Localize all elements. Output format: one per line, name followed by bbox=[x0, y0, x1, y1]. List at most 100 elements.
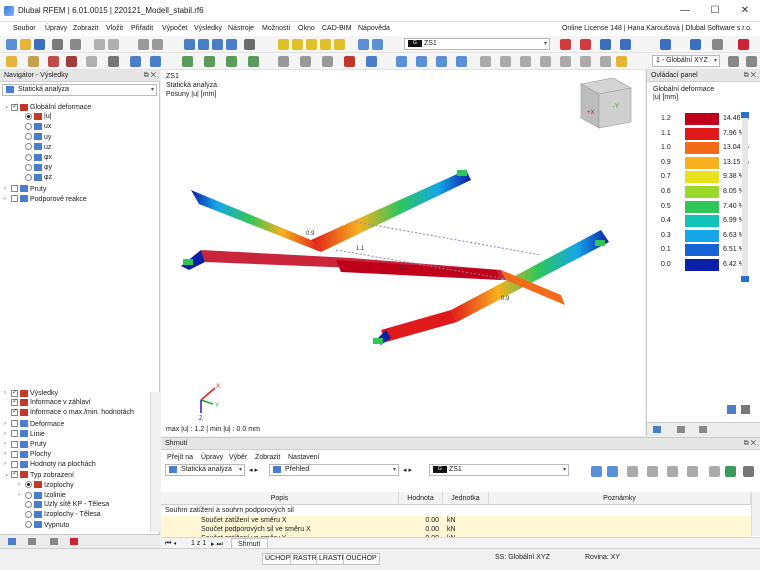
radio-button[interactable] bbox=[25, 153, 32, 161]
copy-icon[interactable] bbox=[108, 39, 119, 50]
tree-item[interactable]: › Pruty bbox=[0, 439, 46, 449]
radio-button[interactable] bbox=[25, 133, 32, 141]
prev-next-2-icon[interactable]: ◂ ▸ bbox=[403, 466, 412, 474]
radio-button[interactable] bbox=[25, 481, 32, 489]
osnap-toggle-button[interactable]: OUCHOP bbox=[343, 553, 380, 565]
solid-icon[interactable] bbox=[108, 56, 119, 67]
menu-moznosti[interactable]: Možnosti bbox=[262, 25, 290, 32]
col-header-hodnota[interactable]: Hodnota bbox=[399, 492, 443, 505]
calc-3-icon[interactable] bbox=[306, 39, 317, 50]
radio-button[interactable] bbox=[25, 112, 32, 120]
tree-item[interactable]: › Deformace bbox=[0, 419, 64, 429]
checkbox[interactable] bbox=[11, 195, 18, 203]
tree-item[interactable]: |u| bbox=[0, 112, 52, 122]
excel-icon[interactable] bbox=[725, 466, 736, 477]
print-icon[interactable] bbox=[52, 39, 63, 50]
col-header-jednotka[interactable]: Jednotka bbox=[443, 492, 489, 505]
panel-export-icon[interactable] bbox=[741, 405, 750, 414]
radio-button[interactable] bbox=[25, 174, 32, 182]
tool-11-icon[interactable] bbox=[600, 56, 611, 67]
tree-item[interactable]: › Plochy bbox=[0, 449, 51, 459]
menu-soubor[interactable]: Soubor bbox=[13, 25, 36, 32]
tool-6-icon[interactable] bbox=[500, 56, 511, 67]
checkbox[interactable] bbox=[11, 407, 18, 417]
surface-icon[interactable] bbox=[86, 56, 97, 67]
table-row[interactable]: Součet zatížení ve směru X 0.00 kN bbox=[161, 516, 751, 525]
display-2-icon[interactable] bbox=[690, 39, 701, 50]
snap-2-icon[interactable] bbox=[300, 56, 311, 67]
checkbox[interactable] bbox=[11, 397, 18, 407]
navigator-analysis-select[interactable]: Statická analýza ▾ bbox=[2, 84, 157, 96]
loadcase-select[interactable]: G ZS1 ▾ bbox=[404, 38, 550, 50]
summary-scrollbar[interactable] bbox=[751, 492, 760, 536]
pin-close-icon[interactable]: ⧉ ✕ bbox=[744, 438, 756, 450]
tree-item[interactable]: φz bbox=[0, 173, 52, 183]
chevron-right-icon[interactable]: › bbox=[18, 490, 25, 500]
checkbox[interactable] bbox=[11, 430, 18, 438]
cut-icon[interactable] bbox=[94, 39, 105, 50]
chevron-right-icon[interactable]: › bbox=[4, 459, 11, 469]
tab-colors-icon[interactable] bbox=[653, 426, 661, 433]
menu-zobrazit[interactable]: Zobrazit bbox=[73, 25, 98, 32]
col-header-poznamky[interactable]: Poznámky bbox=[489, 492, 751, 505]
tab-scale-icon[interactable] bbox=[677, 426, 685, 433]
calc-5-icon[interactable] bbox=[334, 39, 345, 50]
summary-menu-select[interactable]: Výběr bbox=[229, 454, 247, 461]
pager-nav-icon[interactable]: ⏮ ◂ bbox=[165, 540, 176, 548]
tree-item[interactable]: › Hodnoty na plochách bbox=[0, 459, 96, 469]
tool-icon[interactable] bbox=[396, 56, 407, 67]
tree-item[interactable]: › Izolinie bbox=[0, 490, 66, 500]
display-4-icon[interactable] bbox=[738, 39, 749, 50]
checkbox[interactable] bbox=[11, 420, 18, 428]
measure-icon[interactable] bbox=[344, 56, 355, 67]
line-icon[interactable] bbox=[48, 56, 59, 67]
export-2-icon[interactable] bbox=[647, 466, 658, 477]
menu-vlozit[interactable]: Vložit bbox=[106, 25, 123, 32]
view-cs-2-icon[interactable] bbox=[746, 56, 757, 67]
menu-vysledky[interactable]: Výsledky bbox=[194, 25, 222, 32]
tab-results-icon[interactable] bbox=[70, 538, 78, 545]
close-button[interactable]: ✕ bbox=[730, 0, 760, 22]
menu-cad-bim[interactable]: CAD-BIM bbox=[322, 25, 352, 32]
table-row[interactable]: Součet podporových sil ve směru X 0.00 kN bbox=[161, 525, 751, 534]
tool-10-icon[interactable] bbox=[580, 56, 591, 67]
tree-item[interactable]: › Pruty bbox=[0, 184, 46, 194]
tool-7-icon[interactable] bbox=[520, 56, 531, 67]
group-row[interactable]: Souhrn zatížení a souhrn podporových sil bbox=[161, 506, 751, 515]
tree-item[interactable]: φx bbox=[0, 153, 52, 163]
radio-button[interactable] bbox=[25, 123, 32, 131]
menu-priradit[interactable]: Přiřadit bbox=[131, 25, 153, 32]
maximize-button[interactable]: ☐ bbox=[700, 0, 730, 22]
tool-5-icon[interactable] bbox=[480, 56, 491, 67]
chevron-right-icon[interactable]: › bbox=[4, 419, 11, 429]
snap-toggle-button[interactable]: ÚCHOP bbox=[262, 553, 294, 565]
menu-napoveda[interactable]: Nápověda bbox=[358, 25, 390, 32]
radio-button[interactable] bbox=[25, 500, 32, 508]
results-icon[interactable] bbox=[358, 39, 369, 50]
calc-icon[interactable] bbox=[278, 39, 289, 50]
tool-9-icon[interactable] bbox=[560, 56, 571, 67]
tree-item[interactable]: Izoplochy - Tělesa bbox=[0, 510, 101, 520]
snap-icon[interactable] bbox=[278, 56, 289, 67]
chevron-right-icon[interactable]: › bbox=[4, 184, 11, 194]
minimize-button[interactable]: — bbox=[670, 0, 700, 22]
pin-close-icon[interactable]: ⧉ ✕ bbox=[744, 70, 756, 82]
radio-button[interactable] bbox=[25, 491, 32, 499]
tree-item[interactable]: › Výsledky bbox=[0, 388, 58, 398]
load-3-icon[interactable] bbox=[226, 56, 237, 67]
summary-menu-edit[interactable]: Úpravy bbox=[201, 454, 223, 461]
view-cs-icon[interactable] bbox=[728, 56, 739, 67]
tree-item[interactable]: uy bbox=[0, 133, 51, 143]
checkbox[interactable] bbox=[11, 440, 18, 448]
menu-okno[interactable]: Okno bbox=[298, 25, 315, 32]
radio-button[interactable] bbox=[25, 143, 32, 151]
calc-2-icon[interactable] bbox=[292, 39, 303, 50]
summary-menu-goto[interactable]: Přejít na bbox=[167, 454, 193, 461]
filter-2-icon[interactable] bbox=[607, 466, 618, 477]
tab-views-icon[interactable] bbox=[50, 538, 58, 545]
tree-item[interactable]: ⌄ Globální deformace bbox=[0, 102, 91, 112]
measure-2-icon[interactable] bbox=[366, 56, 377, 67]
tree-item[interactable]: › Podporové reakce bbox=[0, 194, 87, 204]
tree-item[interactable]: Informace o max./min. hodnotách bbox=[0, 407, 134, 418]
radio-button[interactable] bbox=[25, 521, 32, 529]
